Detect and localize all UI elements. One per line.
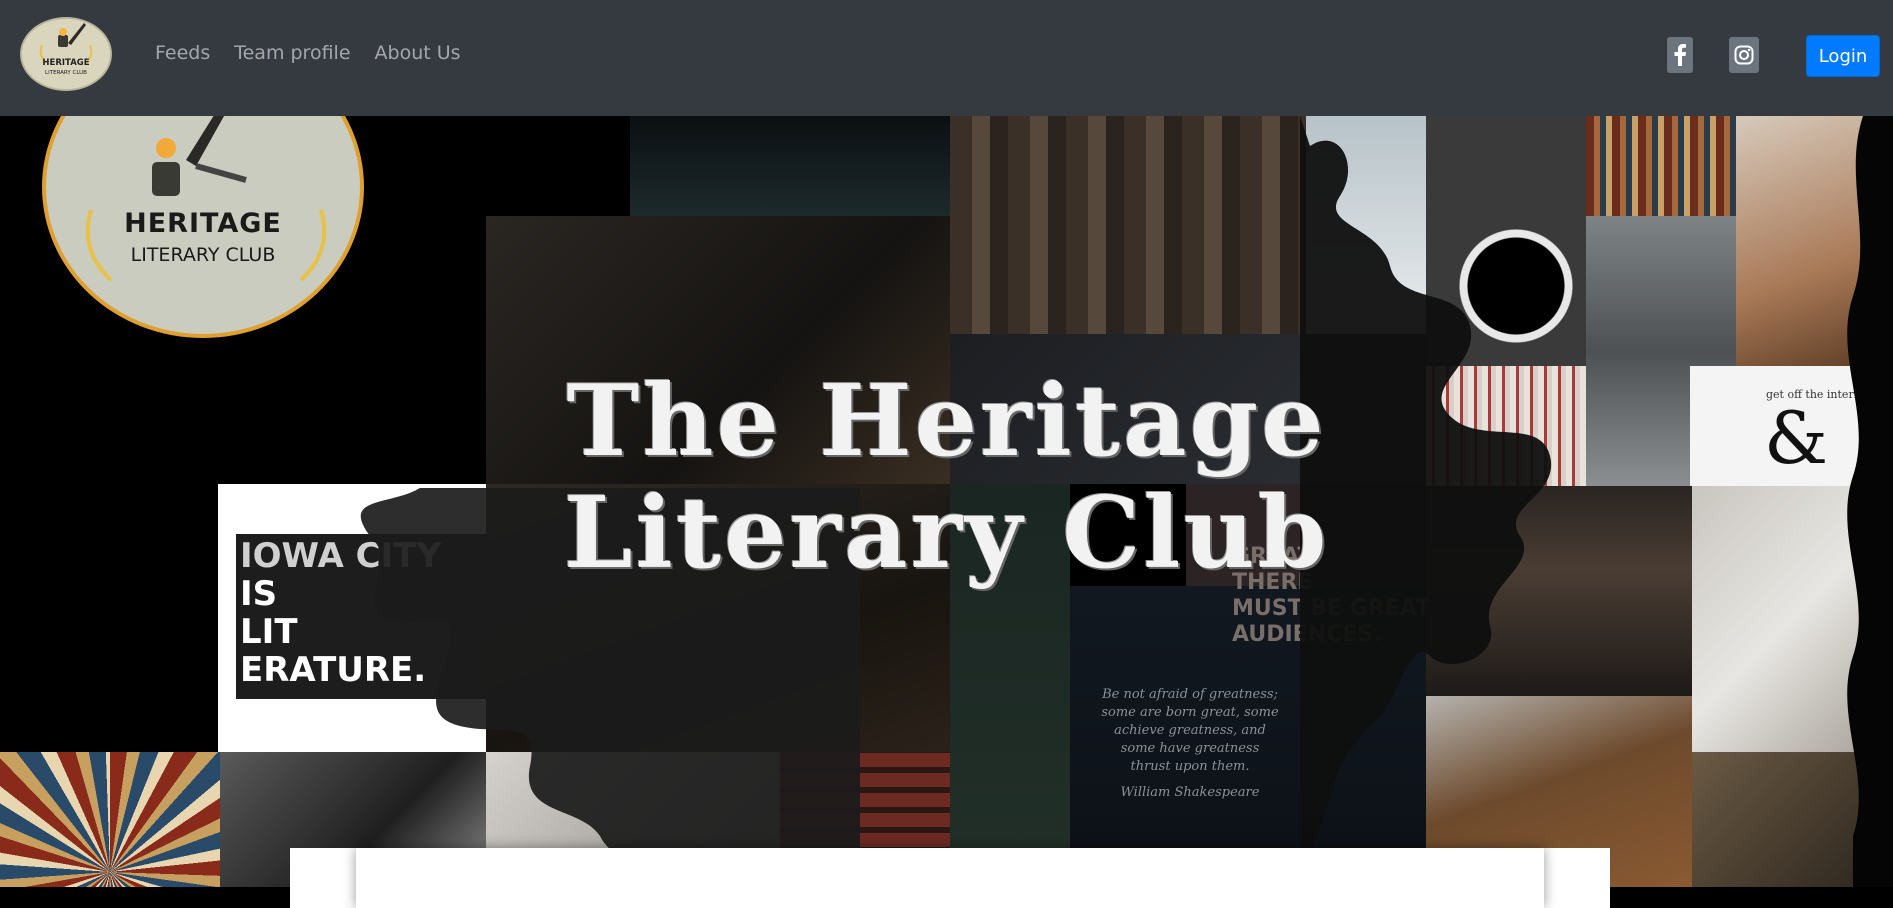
facebook-button[interactable] — [1667, 37, 1693, 73]
logo-emblem-icon: HERITAGE LITERARY CLUB — [22, 19, 110, 89]
instagram-icon — [1734, 45, 1754, 65]
hero-logo-heritage: HERITAGE — [124, 208, 282, 239]
instagram-button[interactable] — [1729, 37, 1759, 73]
hero-title-line-2: Literary Club — [563, 476, 1330, 591]
hero-title-line-1: The Heritage — [566, 364, 1327, 479]
login-button[interactable]: Login — [1806, 35, 1880, 77]
hero-logo-literary-club: LITERARY CLUB — [130, 244, 276, 266]
content-card — [356, 848, 1544, 908]
hero-title: The Heritage Literary Club — [0, 366, 1893, 590]
facebook-icon — [1674, 44, 1686, 66]
shakespeare-quote-text: Be not afraid of greatness; some are bor… — [1101, 687, 1279, 774]
hero-banner: IOWA CITY IS LIT ERATURE. GREAT THERE MU… — [0, 116, 1893, 887]
top-navbar: HERITAGE LITERARY CLUB Feeds Team profil… — [0, 0, 1893, 116]
club-logo[interactable]: HERITAGE LITERARY CLUB — [20, 17, 112, 91]
svg-text:HERITAGE: HERITAGE — [42, 58, 89, 68]
poster-line-3: LIT — [240, 612, 298, 652]
collage-tile-old-books — [950, 116, 1306, 334]
nav-link-feeds[interactable]: Feeds — [143, 42, 222, 64]
shakespeare-quote-author: William Shakespeare — [1120, 785, 1260, 800]
collage-tile-library-round — [0, 752, 220, 887]
svg-text:LITERARY CLUB: LITERARY CLUB — [45, 70, 87, 76]
collage-tile-bookshelf — [1586, 116, 1736, 216]
shakespeare-quote: Be not afraid of greatness; some are bor… — [1100, 686, 1280, 802]
nav-link-team-profile[interactable]: Team profile — [222, 42, 362, 64]
nav-link-about-us[interactable]: About Us — [363, 42, 473, 64]
nav-links: Feeds Team profile About Us — [143, 42, 473, 64]
hero-club-logo: HERITAGE LITERARY CLUB — [42, 116, 364, 338]
